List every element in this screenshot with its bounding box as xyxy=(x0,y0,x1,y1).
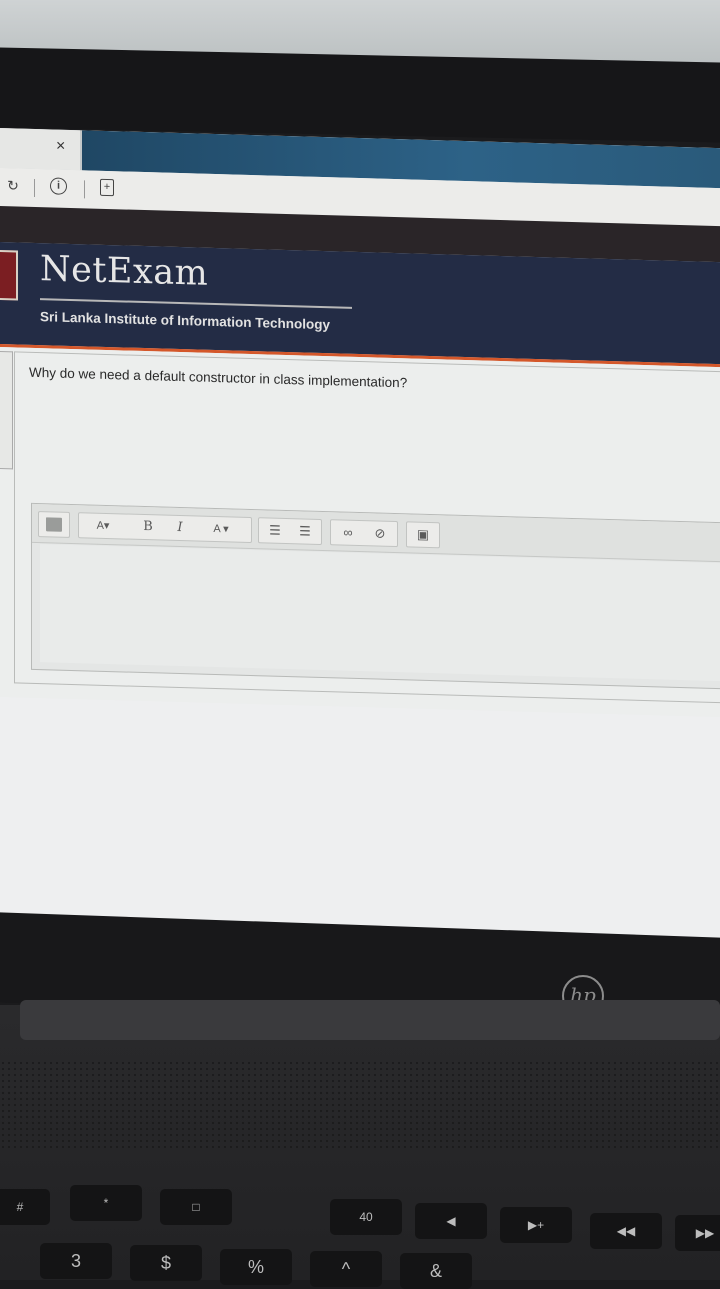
keyboard-key[interactable]: $ xyxy=(130,1245,202,1281)
italic-button[interactable]: I xyxy=(165,516,195,541)
format-button-group: A▾ B I A ▾ xyxy=(78,512,252,544)
question-info-panel xyxy=(0,351,13,470)
keyboard-key[interactable]: ◀◀ xyxy=(590,1213,662,1249)
paragraph-styles-button[interactable]: A▾ xyxy=(83,513,123,538)
unordered-list-button[interactable]: ☰ xyxy=(261,518,289,543)
ordered-list-button[interactable]: ☰ xyxy=(291,519,319,544)
toolbar-toggle-button[interactable] xyxy=(38,511,70,538)
main-content: Why do we need a default constructor in … xyxy=(0,347,720,979)
keyboard-key[interactable]: ▶+ xyxy=(500,1207,572,1243)
keyboard-key[interactable]: □ xyxy=(160,1189,232,1225)
browser-tab[interactable]: × xyxy=(0,128,80,171)
divider xyxy=(34,178,35,197)
site-brand: NetExam xyxy=(40,249,209,294)
speaker-grille xyxy=(0,1060,720,1150)
keyboard-key[interactable]: & xyxy=(400,1253,472,1289)
insert-image-button[interactable]: ▣ xyxy=(409,522,437,547)
sliit-logo xyxy=(0,249,18,301)
brand-underline xyxy=(40,298,352,309)
site-info-icon[interactable]: i xyxy=(50,177,67,195)
laptop-hinge xyxy=(20,1000,720,1040)
keyboard-key[interactable]: 40 xyxy=(330,1199,402,1235)
reload-icon[interactable]: ↻ xyxy=(4,176,22,195)
keyboard-key[interactable]: 3 xyxy=(40,1243,112,1279)
laptop-screen: × ↻ i + NetExam Sri Lanka Institute of I… xyxy=(0,128,720,979)
link-button[interactable]: ∞ xyxy=(333,520,363,545)
keyboard-key[interactable]: ^ xyxy=(310,1251,382,1287)
question-card: Why do we need a default constructor in … xyxy=(14,351,720,704)
link-button-group: ∞ ⊘ xyxy=(330,519,398,548)
keyboard: # * □ 40 ◀ ▶+ ◀◀ ▶▶ 3 $ % ^ & xyxy=(0,1185,720,1289)
answer-textarea[interactable] xyxy=(40,544,720,682)
site-subtitle: Sri Lanka Institute of Information Techn… xyxy=(40,309,331,333)
keyboard-key[interactable]: * xyxy=(70,1185,142,1221)
image-button-group: ▣ xyxy=(406,521,440,549)
keyboard-key[interactable]: ▶▶ xyxy=(675,1215,720,1251)
unlink-button[interactable]: ⊘ xyxy=(365,521,395,546)
divider xyxy=(84,180,85,199)
page-icon[interactable]: + xyxy=(100,178,114,197)
list-button-group: ☰ ☰ xyxy=(258,517,322,545)
keyboard-key[interactable]: ◀ xyxy=(415,1203,487,1239)
bold-button[interactable]: B xyxy=(133,515,163,540)
font-color-button[interactable]: A ▾ xyxy=(197,517,245,542)
answer-editor: A▾ B I A ▾ ☰ ☰ ∞ ⊘ ▣ xyxy=(31,502,720,691)
question-text: Why do we need a default constructor in … xyxy=(29,364,408,391)
laptop-bezel-top xyxy=(0,47,720,143)
toolbar-toggle-icon xyxy=(46,517,62,532)
keyboard-key[interactable]: # xyxy=(0,1189,50,1225)
close-tab-icon[interactable]: × xyxy=(56,138,65,156)
site-header: NetExam Sri Lanka Institute of Informati… xyxy=(0,242,720,365)
